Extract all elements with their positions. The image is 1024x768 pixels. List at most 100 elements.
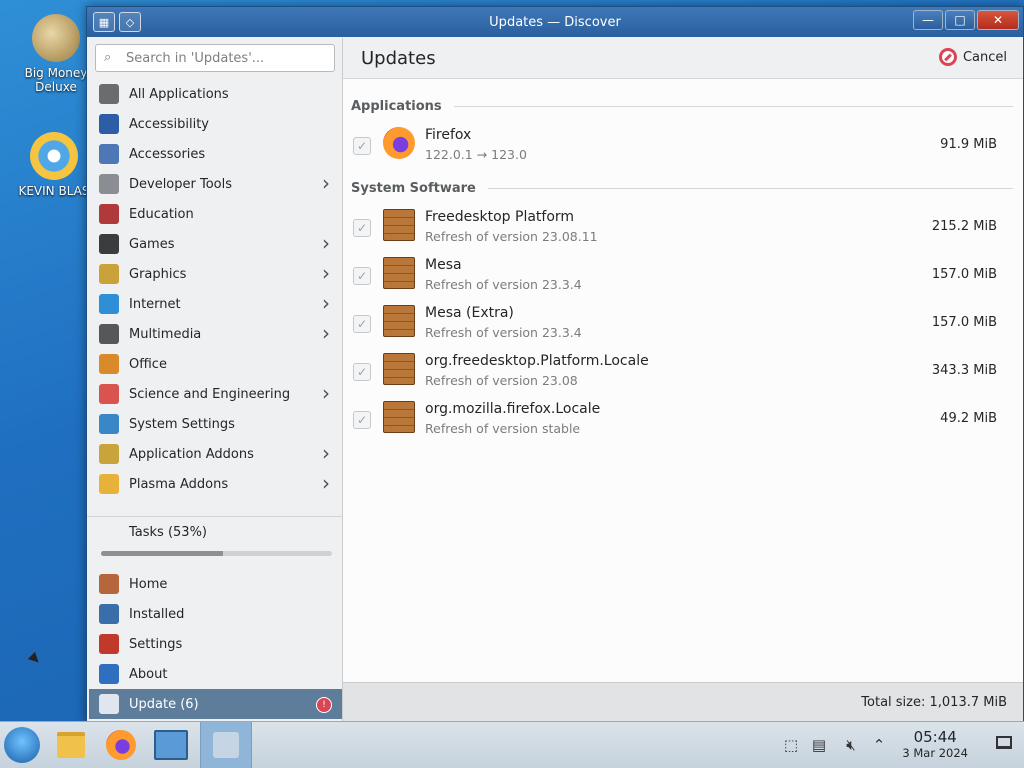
package-box-icon <box>383 353 415 385</box>
update-name: Freedesktop Platform <box>425 209 575 225</box>
discover-icon <box>213 732 239 758</box>
accessibility-icon <box>99 114 119 134</box>
update-checkbox[interactable]: ✓ <box>353 411 371 429</box>
section-title: Applications <box>351 99 442 114</box>
multimedia-icon <box>99 324 119 344</box>
desktop-icon-label: KEVIN BLAS <box>18 184 90 198</box>
firefox-icon <box>383 127 415 159</box>
sidebar-item-multimedia[interactable]: Multimedia › <box>87 319 342 349</box>
show-desktop-icon[interactable] <box>996 736 1012 749</box>
mouse-cursor-icon <box>27 651 43 667</box>
firefox-icon <box>106 730 136 760</box>
sidebar-item-about[interactable]: About <box>87 659 342 689</box>
volume-muted-icon[interactable]: 🔇︎ <box>842 736 860 754</box>
sidebar-item-developer-tools[interactable]: Developer Tools › <box>87 169 342 199</box>
clock-time: 05:44 <box>913 728 957 746</box>
taskbar-system-settings[interactable] <box>152 726 190 764</box>
update-name: Firefox <box>425 127 472 143</box>
science-icon <box>99 384 119 404</box>
update-checkbox[interactable]: ✓ <box>353 137 371 155</box>
update-row[interactable]: ✓ org.mozilla.firefox.Locale Refresh of ve… <box>343 401 1023 449</box>
update-checkbox[interactable]: ✓ <box>353 363 371 381</box>
section-title: System Software <box>351 181 476 196</box>
chevron-right-icon: › <box>322 381 330 405</box>
chevron-up-icon[interactable]: ⌃ <box>870 736 888 754</box>
update-description: 122.0.1 → 123.0 <box>425 147 527 162</box>
taskbar: ⬚ ▤ 🔇︎ ⌃ 05:44 3 Mar 2024 <box>0 721 1024 768</box>
sidebar-item-internet[interactable]: Internet › <box>87 289 342 319</box>
desktop-icon-big-money[interactable]: Big Money Deluxe <box>16 14 96 94</box>
update-checkbox[interactable]: ✓ <box>353 219 371 237</box>
update-row[interactable]: ✓ org.freedesktop.Platform.Locale Refresh … <box>343 353 1023 401</box>
taskbar-firefox[interactable] <box>102 726 140 764</box>
close-button[interactable]: ✕ <box>977 10 1019 30</box>
update-name: org.freedesktop.Platform.Locale <box>425 353 649 369</box>
desktop-icon-kevin[interactable]: KEVIN BLAS <box>14 132 94 198</box>
sidebar-item-system-settings[interactable]: System Settings <box>87 409 342 439</box>
sidebar-item-label: Accessories <box>129 146 206 162</box>
clock[interactable]: 05:44 3 Mar 2024 <box>902 728 968 760</box>
sidebar-item-label: Update (6) <box>129 696 199 712</box>
update-size: 49.2 MiB <box>940 411 997 426</box>
sidebar-item-label: Internet <box>129 296 181 312</box>
search-box[interactable]: ⌕ <box>95 44 335 72</box>
tasks-label[interactable]: Tasks (53%) <box>129 525 207 540</box>
section-header: Applications <box>351 99 1013 114</box>
cancel-button[interactable]: Cancel <box>938 48 1007 66</box>
section-header: System Software <box>351 181 1013 196</box>
update-row[interactable]: ✓ Firefox 122.0.1 → 123.0 91.9 MiB <box>343 127 1023 175</box>
graphics-icon <box>99 264 119 284</box>
minimize-button[interactable]: — <box>913 10 943 30</box>
home-icon <box>99 574 119 594</box>
sidebar-item-games[interactable]: Games › <box>87 229 342 259</box>
sidebar-item-education[interactable]: Education <box>87 199 342 229</box>
update-checkbox[interactable]: ✓ <box>353 267 371 285</box>
clipboard-icon[interactable]: ▤ <box>810 736 828 754</box>
update-description: Refresh of version 23.08 <box>425 373 578 388</box>
search-input[interactable] <box>124 49 328 67</box>
sidebar-item-installed[interactable]: Installed <box>87 599 342 629</box>
update-description: Refresh of version 23.08.11 <box>425 229 598 244</box>
start-button[interactable] <box>4 727 40 763</box>
sidebar-item-settings[interactable]: Settings <box>87 629 342 659</box>
update-description: Refresh of version stable <box>425 421 581 436</box>
update-row[interactable]: ✓ Mesa (Extra) Refresh of version 23.3.4 15… <box>343 305 1023 353</box>
update-description: Refresh of version 23.3.4 <box>425 325 582 340</box>
taskbar-discover[interactable] <box>200 722 252 768</box>
internet-icon <box>99 294 119 314</box>
update-row[interactable]: ✓ Freedesktop Platform Refresh of version … <box>343 209 1023 257</box>
sidebar-item-accessibility[interactable]: Accessibility <box>87 109 342 139</box>
office-icon <box>99 354 119 374</box>
main-panel: Updates Cancel Applications ✓ Firefox 122.0… <box>343 38 1023 723</box>
sidebar-item-label: Office <box>129 356 167 372</box>
update-row[interactable]: ✓ Mesa Refresh of version 23.3.4 157.0 MiB <box>343 257 1023 305</box>
desktop-icon-label: Big Money Deluxe <box>24 66 88 94</box>
sidebar-item-application-addons[interactable]: Application Addons › <box>87 439 342 469</box>
chevron-right-icon: › <box>322 321 330 345</box>
chevron-right-icon: › <box>322 291 330 315</box>
sidebar-item-accessories[interactable]: Accessories <box>87 139 342 169</box>
progress-fill <box>101 551 224 556</box>
divider <box>87 516 342 517</box>
clock-date: 3 Mar 2024 <box>902 746 968 760</box>
section-divider <box>487 188 1013 189</box>
title-bar[interactable]: ▦ ◇ Updates — Discover — □ ✕ <box>87 7 1023 37</box>
sidebar-item-plasma-addons[interactable]: Plasma Addons › <box>87 469 342 499</box>
sidebar-item-update[interactable]: Update (6) ! <box>89 689 342 719</box>
cancel-label: Cancel <box>962 49 1007 65</box>
update-size: 215.2 MiB <box>931 219 997 234</box>
maximize-button[interactable]: □ <box>945 10 975 30</box>
update-size: 91.9 MiB <box>940 137 997 152</box>
sidebar-item-graphics[interactable]: Graphics › <box>87 259 342 289</box>
tasks-progress-bar <box>101 551 332 556</box>
discover-tray-icon[interactable]: ⬚ <box>782 736 800 754</box>
sidebar-item-all-applications[interactable]: All Applications <box>87 79 342 109</box>
system-settings-icon <box>154 730 188 760</box>
sidebar-item-home[interactable]: Home <box>87 569 342 599</box>
taskbar-file-manager[interactable] <box>52 726 90 764</box>
chevron-right-icon: › <box>322 441 330 465</box>
package-box-icon <box>383 305 415 337</box>
sidebar-item-science-and-engineering[interactable]: Science and Engineering › <box>87 379 342 409</box>
sidebar-item-office[interactable]: Office <box>87 349 342 379</box>
update-checkbox[interactable]: ✓ <box>353 315 371 333</box>
